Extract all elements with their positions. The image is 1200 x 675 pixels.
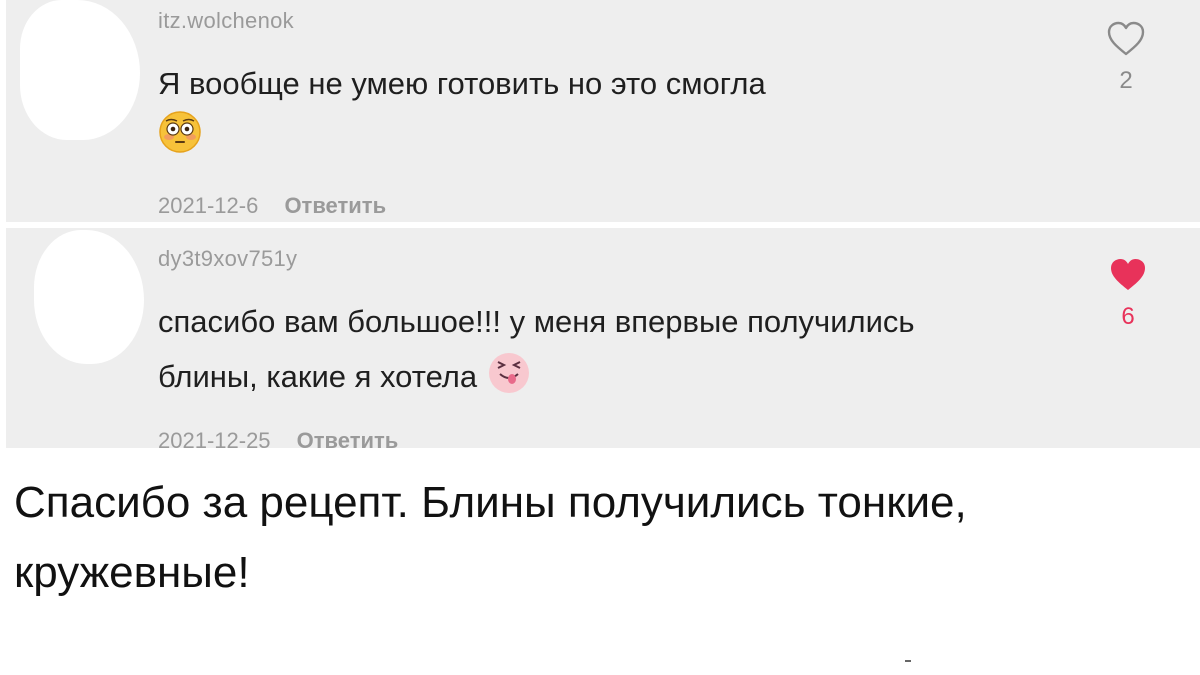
comment-meta: 2021-12-25 Ответить [158, 428, 398, 448]
like-button[interactable]: 6 [1098, 256, 1158, 331]
comment-text: Я вообще не умею готовить но это смогла [158, 58, 958, 170]
like-count: 6 [1121, 303, 1135, 330]
heart-outline-icon[interactable] [1106, 21, 1146, 62]
heart-filled-icon[interactable] [1108, 259, 1148, 298]
comment-date: 2021-12-25 [158, 428, 271, 448]
like-count: 2 [1119, 67, 1133, 94]
pink-winking-tongue-face-emoji-icon [486, 348, 532, 410]
comment-text: спасибо вам большое!!! у меня впервые по… [158, 296, 958, 410]
comment-text-body: спасибо вам большое!!! у меня впервые по… [158, 304, 915, 395]
comment-username[interactable]: dy3t9xov751y [158, 246, 297, 272]
avatar[interactable] [34, 230, 144, 364]
like-button[interactable]: 2 [1096, 20, 1156, 95]
reply-button[interactable]: Ответить [297, 428, 399, 448]
flushed-face-emoji-icon [158, 110, 202, 170]
comment-username[interactable]: itz.wolchenok [158, 8, 294, 34]
caption-text: Спасибо за рецепт. Блины получились тонк… [14, 478, 967, 597]
comment-text-body: Я вообще не умею готовить но это смогла [158, 66, 766, 101]
comment-date: 2021-12-6 [158, 193, 259, 218]
avatar[interactable] [20, 0, 140, 140]
comment-item: itz.wolchenok Я вообще не умею готовить … [6, 0, 1200, 222]
comment-meta: 2021-12-6 Ответить [158, 193, 386, 219]
comments-screenshot: itz.wolchenok Я вообще не умею готовить … [6, 0, 1200, 448]
comment-item: dy3t9xov751y спасибо вам большое!!! у ме… [6, 228, 1200, 448]
divider [905, 660, 911, 662]
reply-button[interactable]: Ответить [284, 193, 386, 218]
